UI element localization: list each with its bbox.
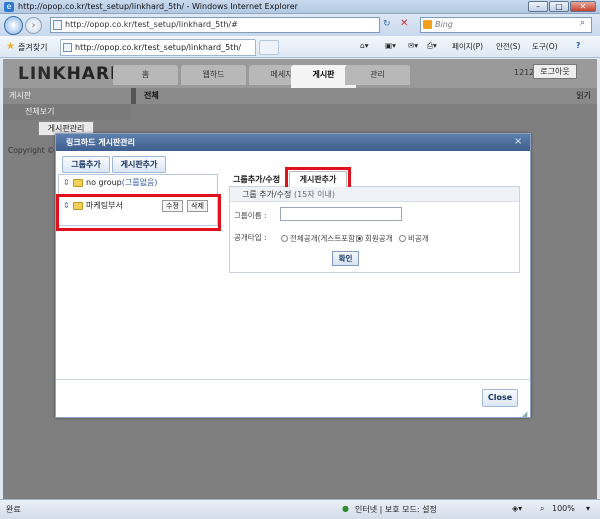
folder-icon: [73, 179, 83, 187]
tab-page-icon: [63, 43, 72, 52]
dialog-title: 링크하드 게시판관리: [56, 134, 530, 151]
tab-admin[interactable]: 관리: [345, 65, 410, 85]
new-tab-button[interactable]: [259, 40, 279, 55]
page-icon: [53, 20, 62, 30]
favorites-star-icon: ★: [6, 41, 15, 52]
favorites-button[interactable]: 즐겨찾기: [18, 42, 47, 53]
search-input[interactable]: Bing: [420, 17, 592, 33]
group-name-label: 그룹이름 :: [234, 211, 267, 220]
address-input[interactable]: http://opop.co.kr/test_setup/linkhard_5t…: [50, 17, 380, 33]
ie-logo-icon: e: [4, 2, 14, 12]
dialog-divider: [56, 379, 530, 380]
zoom-dropdown-icon[interactable]: ▾: [586, 504, 590, 513]
forward-button[interactable]: ›: [25, 17, 42, 34]
radio-private[interactable]: 비공개: [399, 233, 429, 244]
zoom-icon: ⌕: [540, 504, 545, 513]
zone-text: 인터넷 | 보호 모드: 설정: [355, 505, 437, 514]
feeds-icon[interactable]: ▣▾: [385, 41, 396, 50]
tab-webhard[interactable]: 웹하드: [181, 65, 246, 85]
refresh-icon[interactable]: ↻: [383, 19, 391, 29]
tab-home[interactable]: 홈: [113, 65, 178, 85]
resize-grip-icon[interactable]: ◢: [522, 410, 527, 418]
add-group-button[interactable]: 그룹추가: [62, 156, 110, 173]
status-text: 완료: [6, 505, 21, 514]
visibility-label: 공개타입 :: [234, 233, 267, 242]
minimize-button[interactable]: –: [528, 1, 548, 12]
tools-menu[interactable]: 도구(O): [532, 41, 558, 52]
user-number: 1212: [514, 68, 535, 77]
radio-public[interactable]: 전체공개(게스트포함): [281, 233, 358, 244]
browser-tab[interactable]: http://opop.co.kr/test_setup/linkhard_5t…: [60, 39, 256, 56]
back-button[interactable]: ‹: [4, 16, 23, 35]
confirm-button[interactable]: 확인: [332, 251, 359, 266]
sidebar-item-all[interactable]: 전체보기: [3, 104, 131, 120]
page-menu[interactable]: 페이지(P): [452, 41, 483, 52]
tab-group-edit[interactable]: 그룹추가/수정: [233, 174, 280, 185]
form-header: 그룹 추가/수정 (15자 이내): [230, 187, 519, 202]
logout-button[interactable]: 로그아웃: [533, 64, 577, 79]
status-bar: 완료 ● 인터넷 | 보호 모드: 설정 ◈▾ ⌕ 100% ▾: [0, 499, 600, 519]
read-column-label: 읽기: [576, 91, 591, 100]
stop-icon[interactable]: ✕: [400, 18, 408, 29]
print-icon[interactable]: ⎙▾: [427, 41, 437, 51]
dialog-close-icon[interactable]: ×: [514, 136, 522, 148]
globe-icon: ●: [342, 504, 349, 513]
group-name-input[interactable]: [280, 207, 402, 221]
mail-icon[interactable]: ✉▾: [408, 41, 418, 50]
home-icon[interactable]: ⌂▾: [360, 41, 369, 50]
site-logo[interactable]: LINKHARD: [18, 64, 125, 84]
zoom-level[interactable]: 100%: [552, 504, 575, 513]
add-board-button[interactable]: 게시판추가: [112, 156, 166, 173]
window-titlebar: e http://opop.co.kr/test_setup/linkhard_…: [0, 0, 600, 14]
safety-menu[interactable]: 안전(S): [496, 41, 520, 52]
sidebar-header: 게시판: [3, 88, 131, 104]
window-title: http://opop.co.kr/test_setup/linkhard_5t…: [18, 2, 298, 11]
dialog-close-button[interactable]: Close: [482, 389, 518, 407]
bing-icon: [423, 20, 432, 29]
main-header: 전체 읽기: [136, 88, 597, 104]
maximize-button[interactable]: □: [549, 1, 569, 12]
close-window-button[interactable]: ✕: [570, 1, 596, 12]
highlight-marketing-group: [56, 194, 221, 231]
search-icon[interactable]: ⌕: [580, 18, 585, 28]
radio-members[interactable]: 회원공개: [356, 233, 393, 244]
expand-icon[interactable]: ⇕: [63, 175, 70, 191]
protected-mode-icon[interactable]: ◈▾: [512, 504, 522, 513]
tree-item-no-group[interactable]: ⇕ no group(그룹없음): [59, 175, 216, 191]
help-icon[interactable]: ?: [576, 41, 580, 50]
